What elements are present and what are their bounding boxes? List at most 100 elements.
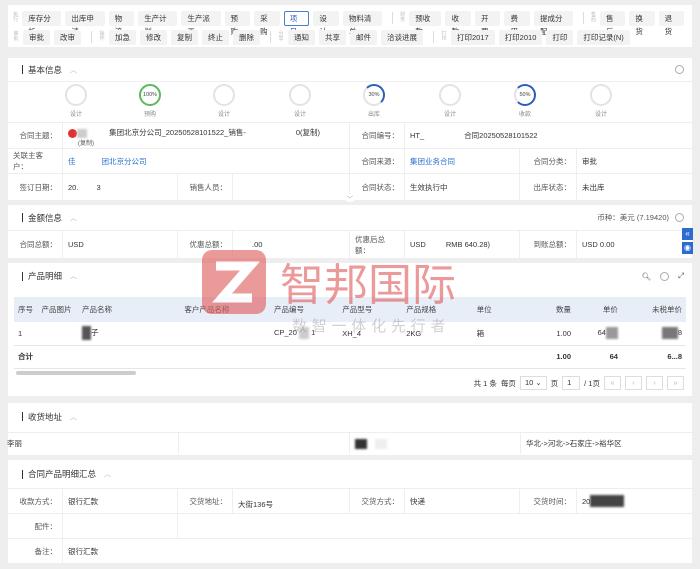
toolbar-button[interactable]: 改审: [54, 29, 81, 45]
column-header[interactable]: 未税单价: [621, 297, 686, 322]
toolbar-button[interactable]: 修改: [140, 29, 167, 45]
chevron-up-icon[interactable]: ︿: [70, 213, 77, 223]
per-page-value: 10: [524, 378, 534, 387]
subject-suffix: 0(复制): [295, 128, 321, 137]
total-untaxed: 6...8: [621, 345, 686, 369]
group-label: 分享: [278, 31, 284, 42]
cell-unit: 箱: [472, 322, 529, 346]
toolbar-button[interactable]: 收款: [445, 10, 471, 36]
table-header: 序号 产品图片 产品名称 客户产品名称 产品编号 产品型号 产品规格 单位 数量 单价 未税单价: [14, 297, 686, 322]
toolbar-button[interactable]: 预收款: [409, 10, 442, 36]
column-header[interactable]: 产品名称: [77, 297, 181, 322]
chevron-up-icon[interactable]: ︿: [70, 271, 77, 281]
progress-step[interactable]: 50% 收款: [505, 84, 545, 118]
search-icon[interactable]: 🔍︎: [641, 272, 651, 281]
toolbar-button[interactable]: 开票: [474, 10, 501, 36]
next-page-icon[interactable]: ›: [646, 376, 663, 390]
customer-link[interactable]: 佳 团北京分公司: [63, 149, 350, 173]
progress-step[interactable]: 100% 预购: [130, 84, 170, 118]
prev-page-icon[interactable]: ‹: [625, 376, 642, 390]
toolbar-button[interactable]: 洽谈进展: [381, 29, 423, 45]
toolbar-button[interactable]: 生产计划: [138, 10, 178, 36]
column-header[interactable]: 产品规格: [402, 297, 473, 322]
settings-icon[interactable]: [660, 271, 669, 281]
settings-icon[interactable]: [675, 65, 684, 74]
table-row[interactable]: 1 子 CP_20 1 XH_4 2KG 箱 1.00 64 8: [14, 322, 686, 346]
note-label: 备注：: [8, 539, 63, 563]
received-label: 到账总额：: [520, 231, 577, 258]
group-label: 操作: [99, 31, 105, 42]
toolbar-button[interactable]: 采购: [254, 10, 280, 36]
progress-ring: [65, 84, 87, 106]
toolbar-button[interactable]: 生产派工: [181, 10, 221, 36]
chevron-up-icon[interactable]: ︿: [70, 412, 77, 422]
toolbar-button[interactable]: 退货: [658, 10, 684, 36]
source-link[interactable]: 集团业务合同: [405, 149, 520, 173]
view-icon[interactable]: ◉: [682, 242, 693, 254]
toolbar-button[interactable]: 物料清单: [342, 10, 383, 36]
column-header[interactable]: 单价: [575, 297, 622, 322]
toolbar-button[interactable]: 换货: [629, 10, 655, 36]
toolbar-button[interactable]: 预购: [224, 10, 251, 36]
toolbar-button[interactable]: 通知: [288, 29, 315, 45]
column-header[interactable]: 单位: [472, 297, 529, 322]
last-page-icon[interactable]: »: [667, 376, 684, 390]
toolbar-button[interactable]: 项目: [283, 10, 310, 36]
expand-chevron-icon[interactable]: ﹀: [343, 194, 357, 203]
column-header[interactable]: 数量: [528, 297, 575, 322]
column-header[interactable]: 产品型号: [338, 297, 403, 322]
toolbar-button[interactable]: 共享: [319, 29, 346, 45]
toolbar-button[interactable]: 售后: [600, 10, 626, 36]
toolbar-button[interactable]: 设计: [313, 10, 339, 36]
toolbar-button[interactable]: 审批: [23, 29, 50, 45]
toolbar-button[interactable]: 打印记录(N): [577, 29, 630, 45]
column-header[interactable]: 产品编号: [269, 297, 339, 322]
chevron-up-icon[interactable]: ︿: [70, 65, 77, 75]
progress-step[interactable]: 设计: [56, 84, 96, 118]
group-label: 财务: [400, 12, 406, 23]
ship-value: 快递: [405, 489, 520, 513]
toolbar-button[interactable]: 打印: [546, 29, 574, 45]
toolbar-button[interactable]: 物流: [108, 10, 135, 36]
horizontal-scrollbar[interactable]: [16, 371, 136, 375]
code-text: 合同20250528101522: [464, 131, 538, 140]
basic-info-card: 基本信息 ︿ 设计 100% 预购 设计 设计 30% 出库 设计 50% 收款 设计 合同主题： 集…: [8, 58, 692, 200]
chevron-up-icon[interactable]: ︿: [104, 469, 111, 479]
progress-step[interactable]: 设计: [581, 84, 621, 118]
progress-step[interactable]: 设计: [280, 84, 320, 118]
subject-text: 集团北京分公司_20250528101522_销售-: [109, 128, 246, 137]
address-header[interactable]: 收货地址 ︿: [8, 403, 692, 430]
progress-step[interactable]: 30% 出库: [354, 84, 394, 118]
page-input[interactable]: 1: [562, 376, 581, 390]
out-label: 出库状态：: [520, 174, 577, 200]
toolbar-button[interactable]: 出库申请: [65, 10, 105, 36]
amount-header[interactable]: 金额信息 ︿ 币种： 美元 (7.19420): [8, 205, 692, 231]
toolbar-button[interactable]: 提成分配: [533, 10, 573, 36]
toolbar-button[interactable]: 加急: [109, 29, 136, 45]
toolbar-button[interactable]: 删除: [233, 29, 260, 45]
toolbar-button[interactable]: 复制: [171, 29, 198, 45]
toolbar-button[interactable]: 费用: [504, 10, 530, 36]
toolbar-button[interactable]: 邮件: [350, 29, 377, 45]
summary-header[interactable]: 合同产品明细汇总 ︿: [8, 460, 692, 488]
toolbar-button[interactable]: 打印2010: [498, 29, 543, 45]
first-page-icon[interactable]: «: [604, 376, 621, 390]
collapse-panel-icon[interactable]: «: [682, 228, 693, 240]
settings-icon[interactable]: [675, 213, 684, 222]
discount-text: .00: [252, 240, 263, 249]
basic-info-header[interactable]: 基本信息 ︿: [8, 58, 692, 82]
currency-value: 美元 (7.19420): [619, 213, 669, 222]
toolbar-button[interactable]: 库存分析: [22, 10, 62, 36]
toolbar-button[interactable]: 打印2017: [451, 29, 495, 45]
per-page-select[interactable]: 10 ⌄: [519, 376, 547, 390]
receiver-phone: [179, 433, 350, 454]
progress-step[interactable]: 设计: [430, 84, 470, 118]
column-header[interactable]: 客户产品名称: [180, 297, 270, 322]
untaxed-text: 8: [677, 328, 682, 338]
column-header[interactable]: 产品图片: [37, 297, 78, 322]
toolbar-button[interactable]: 终止: [202, 29, 229, 45]
fullscreen-icon[interactable]: ⤢: [678, 271, 684, 281]
products-header[interactable]: 产品明细 ︿ 🔍︎ ⤢: [8, 263, 692, 289]
progress-step[interactable]: 设计: [204, 84, 244, 118]
column-header[interactable]: 序号: [14, 297, 38, 322]
